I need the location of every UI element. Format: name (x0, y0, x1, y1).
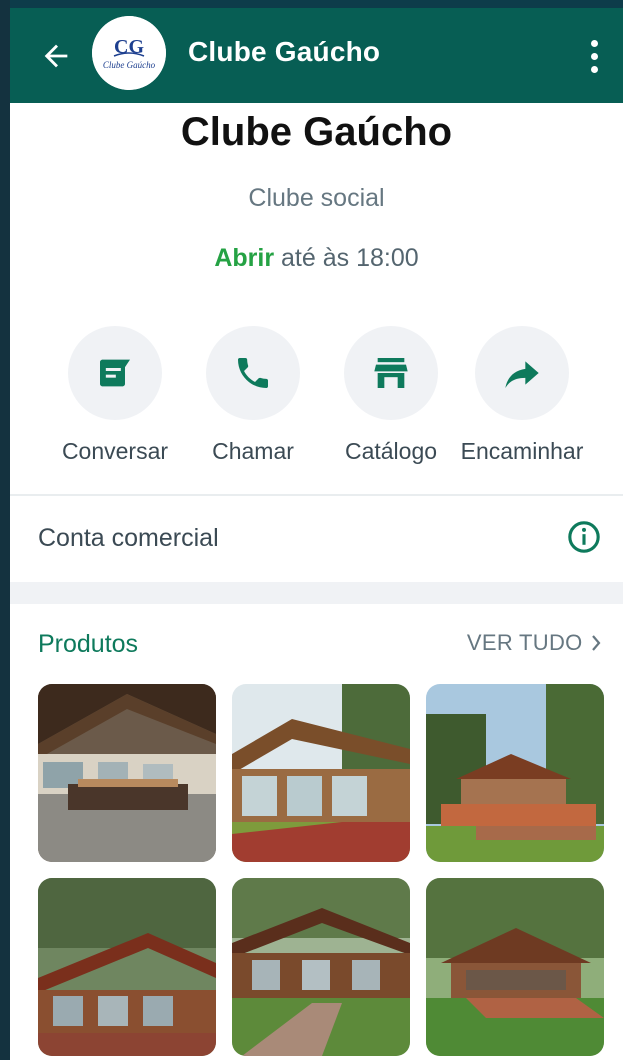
business-profile-screen: CG Clube Gaúcho Clube Gaúcho Clube Gaúch… (0, 0, 623, 1060)
product-thumbnail[interactable] (426, 684, 604, 862)
see-all-label: VER TUDO (466, 630, 583, 655)
catalog-button-circle (344, 326, 438, 420)
call-button-circle (206, 326, 300, 420)
business-account-label: Conta comercial (38, 524, 219, 552)
garden-kiosk-image (426, 878, 604, 1056)
wooden-walkway-hall-image (232, 878, 410, 1056)
arrow-left-icon (44, 44, 68, 68)
menu-dot (590, 39, 598, 47)
more-options-button[interactable] (579, 34, 609, 78)
catalog-button-label: Catálogo (344, 438, 438, 464)
action-buttons: Conversar Chamar Catálogo Encaminhar (10, 326, 623, 476)
catalog-button[interactable]: Catálogo (326, 326, 456, 465)
see-all-link[interactable]: VER TUDO (467, 630, 603, 656)
products-title: Produtos (38, 630, 139, 658)
chat-button-circle (68, 326, 162, 420)
business-category: Clube social (248, 184, 385, 212)
chevron-right-icon (592, 635, 601, 651)
clube-gaucho-logo: CG Clube Gaúcho (92, 16, 166, 90)
message-icon (100, 359, 130, 387)
wooden-deck-house-image (426, 684, 604, 862)
hours-status: Abrir (214, 244, 275, 272)
product-thumbnail[interactable] (38, 684, 216, 862)
hall-interior-image (38, 684, 216, 862)
product-thumbnail[interactable] (232, 684, 410, 862)
glass-pavilion-image (232, 684, 410, 862)
section-divider (10, 494, 623, 496)
window-edge (0, 0, 10, 1060)
business-account-row[interactable]: Conta comercial (10, 498, 623, 580)
profile-name: Clube Gaúcho (180, 110, 453, 154)
product-thumbnail[interactable] (232, 878, 410, 1056)
back-button[interactable] (36, 36, 76, 76)
avatar[interactable]: CG Clube Gaúcho (92, 16, 166, 90)
info-icon[interactable] (567, 520, 601, 554)
forward-button-circle (475, 326, 569, 420)
section-separator (10, 582, 623, 604)
chat-button[interactable]: Conversar (50, 326, 180, 465)
forward-button[interactable]: Encaminhar (457, 326, 587, 465)
chat-button-label: Conversar (61, 438, 169, 464)
wooden-gazebo-image (38, 878, 216, 1056)
product-thumbnail[interactable] (38, 878, 216, 1056)
hours-text: até às 18:00 (274, 244, 419, 272)
logo-script: Clube Gaúcho (103, 60, 156, 70)
top-app-bar: CG Clube Gaúcho Clube Gaúcho (10, 0, 623, 103)
menu-dot (590, 52, 598, 60)
forward-icon (505, 361, 539, 388)
call-button-label: Chamar (212, 438, 294, 464)
forward-button-label: Encaminhar (460, 438, 584, 464)
product-thumbnail[interactable] (426, 878, 604, 1056)
menu-dot (590, 65, 598, 73)
call-button[interactable]: Chamar (188, 326, 318, 465)
phone-icon (238, 358, 268, 388)
business-hours[interactable]: Abrir até às 18:00 (10, 244, 623, 273)
header-title[interactable]: Clube Gaúcho (188, 36, 380, 68)
storefront-icon (374, 358, 408, 388)
